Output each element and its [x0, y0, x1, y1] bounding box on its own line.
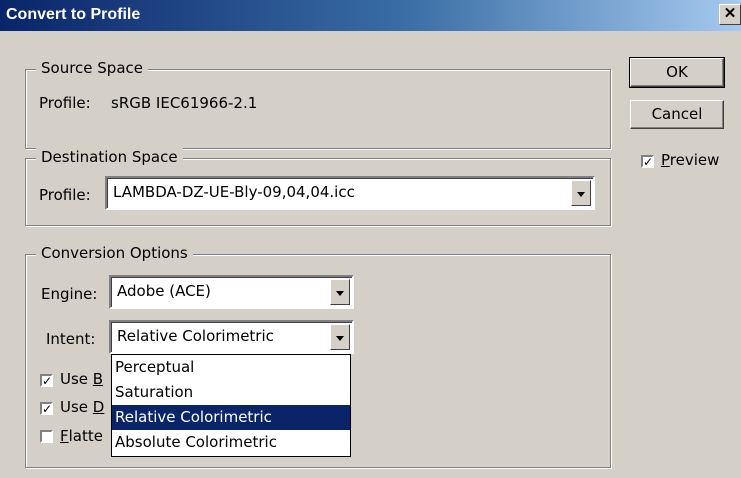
engine-value: Adobe (ACE)	[117, 282, 211, 300]
ok-label: OK	[666, 63, 688, 81]
source-profile-value: sRGB IEC61966-2.1	[111, 94, 258, 112]
intent-dropdown-list[interactable]: Perceptual Saturation Relative Colorimet…	[111, 354, 351, 457]
destination-profile-value: LAMBDA-DZ-UE-Bly-09,04,04.icc	[113, 183, 355, 201]
destination-profile-label: Profile:	[39, 186, 91, 204]
window-title: Convert to Profile	[6, 6, 141, 23]
chevron-down-icon[interactable]	[330, 279, 350, 305]
preview-label: Preview	[661, 151, 720, 169]
intent-option-absolute-colorimetric[interactable]: Absolute Colorimetric	[112, 430, 350, 455]
source-space-group: Source Space Profile: sRGB IEC61966-2.1	[25, 59, 611, 149]
preview-checkbox[interactable]: ✓	[641, 155, 654, 168]
ok-button[interactable]: OK	[629, 57, 725, 88]
title-bar: Convert to Profile ✕	[0, 0, 741, 31]
engine-select[interactable]: Adobe (ACE)	[109, 275, 354, 309]
flatten-label: Flatte	[60, 427, 103, 445]
engine-label: Engine:	[41, 285, 98, 303]
chevron-down-icon[interactable]	[571, 180, 591, 206]
cancel-button[interactable]: Cancel	[630, 100, 724, 129]
flatten-checkbox[interactable]	[40, 430, 53, 443]
intent-label: Intent:	[46, 330, 96, 348]
chevron-down-icon[interactable]	[330, 324, 350, 350]
black-point-checkbox[interactable]: ✓	[40, 374, 53, 387]
destination-profile-select[interactable]: LAMBDA-DZ-UE-Bly-09,04,04.icc	[105, 176, 595, 210]
black-point-label: Use B	[60, 370, 104, 388]
close-icon: ✕	[723, 5, 737, 22]
intent-value: Relative Colorimetric	[117, 327, 274, 345]
dither-checkbox[interactable]: ✓	[40, 402, 53, 415]
source-space-title: Source Space	[36, 59, 148, 77]
close-button[interactable]: ✕	[719, 4, 741, 25]
cancel-label: Cancel	[651, 105, 703, 123]
destination-space-group: Destination Space Profile: LAMBDA-DZ-UE-…	[25, 148, 611, 226]
intent-select[interactable]: Relative Colorimetric	[109, 320, 354, 354]
source-profile-label: Profile:	[39, 94, 91, 112]
intent-option-saturation[interactable]: Saturation	[112, 380, 350, 405]
intent-option-relative-colorimetric[interactable]: Relative Colorimetric	[112, 405, 350, 430]
intent-option-perceptual[interactable]: Perceptual	[112, 355, 350, 380]
dither-label: Use D	[60, 398, 105, 416]
destination-space-title: Destination Space	[36, 148, 183, 166]
conversion-options-title: Conversion Options	[36, 244, 193, 262]
